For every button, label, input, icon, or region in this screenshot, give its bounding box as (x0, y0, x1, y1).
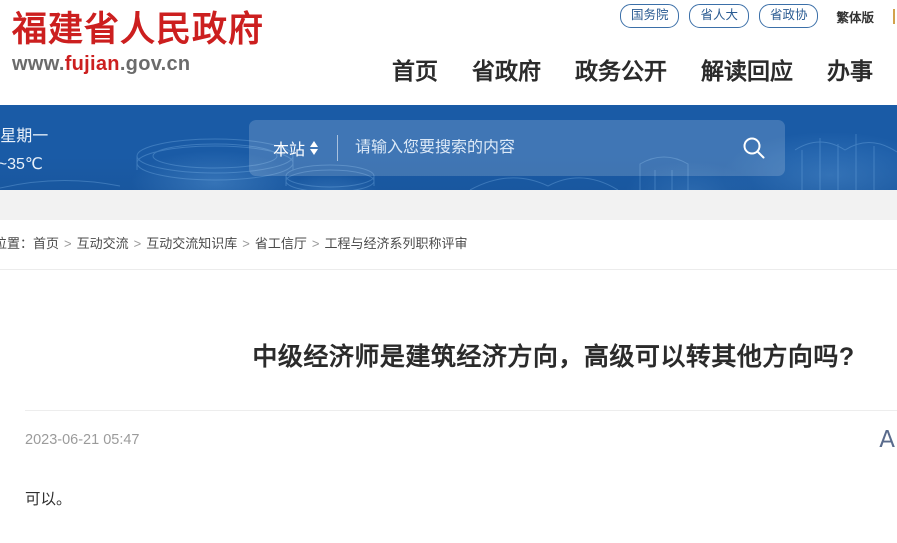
site-logo-url: www.fujian.gov.cn (12, 53, 264, 76)
date-weather-block: 26日 星期一 26℃~35℃ (0, 123, 48, 179)
article-content: 位置：首页 > 互动交流 > 互动交流知识库 > 省工信厅 > 工程与经济系列职称评审 中级经济… (0, 220, 897, 543)
logo-url-prefix: www. (12, 52, 65, 75)
banner-weather: 26℃~35℃ (0, 156, 43, 173)
nav-item-interpretation-response[interactable]: 解读回应 (701, 52, 793, 86)
search-box: 本站 (249, 120, 785, 176)
page-title: 中级经济师是建筑经济方向，高级可以转其他方向吗? (252, 342, 855, 371)
breadcrumb-item-2[interactable]: 互动交流知识库 (146, 236, 237, 251)
site-logo[interactable]: 福建省人民政府 www.fujian.gov.cn (12, 9, 265, 76)
top-link-shengrenda[interactable]: 省人大 (689, 4, 749, 28)
traditional-chinese-toggle[interactable]: 繁体版 (828, 7, 874, 26)
top-link-guowuyuan[interactable]: 国务院 (619, 4, 680, 28)
page-gap (0, 190, 897, 220)
nav-item-provincial-government[interactable]: 省政府 (472, 52, 541, 86)
article-timestamp: 2023-06-21 05:47 (25, 432, 140, 448)
top-links: 国务院 省人大 省政协 繁体版 (619, 4, 897, 28)
breadcrumb-prefix: 位置： (0, 236, 34, 251)
chevron-updown-icon (310, 141, 319, 155)
breadcrumb-item-1[interactable]: 互动交流 (77, 236, 129, 251)
site-header: 国务院 省人大 省政协 繁体版 福建省人民政府 www.fujian.gov.c… (0, 0, 897, 105)
search-scope-label: 本站 (273, 142, 306, 159)
nav-item-government-affairs[interactable]: 政务公开 (575, 52, 667, 86)
breadcrumb: 位置：首页 > 互动交流 > 互动交流知识库 > 省工信厅 > 工程与经济系列职称评审 (0, 233, 467, 252)
content-top-divider (0, 269, 897, 270)
breadcrumb-item-4[interactable]: 工程与经济系列职称评审 (324, 236, 467, 251)
breadcrumb-item-3[interactable]: 省工信厅 (255, 236, 307, 251)
breadcrumb-separator: > (133, 236, 142, 251)
search-input[interactable] (355, 139, 723, 157)
search-divider (337, 135, 339, 161)
banner-date: 26日 星期一 (0, 128, 49, 145)
logo-url-suffix: .gov.cn (119, 52, 191, 75)
top-link-shengzhengxie[interactable]: 省政协 (758, 4, 819, 28)
main-navigation: 首页 省政府 政务公开 解读回应 办事 (392, 52, 873, 86)
breadcrumb-item-0[interactable]: 首页 (33, 236, 59, 251)
search-submit-button[interactable] (723, 120, 785, 176)
top-links-separator (893, 8, 895, 24)
article-meta-row: 2023-06-21 05:47 A (25, 425, 897, 455)
nav-item-home[interactable]: 首页 (392, 52, 438, 86)
meta-divider (25, 410, 897, 411)
nav-item-services[interactable]: 办事 (827, 52, 873, 86)
article-body-text: 可以。 (25, 491, 72, 508)
search-scope-selector[interactable]: 本站 (249, 136, 319, 160)
breadcrumb-separator: > (242, 236, 250, 251)
search-icon (743, 137, 765, 159)
breadcrumb-separator: > (311, 236, 320, 251)
site-logo-title: 福建省人民政府 (12, 9, 265, 50)
breadcrumb-separator: > (64, 236, 72, 251)
search-banner: 26日 星期一 26℃~35℃ 本站 (0, 105, 897, 190)
logo-url-highlight: fujian (64, 52, 120, 75)
font-size-control[interactable]: A (879, 428, 897, 452)
